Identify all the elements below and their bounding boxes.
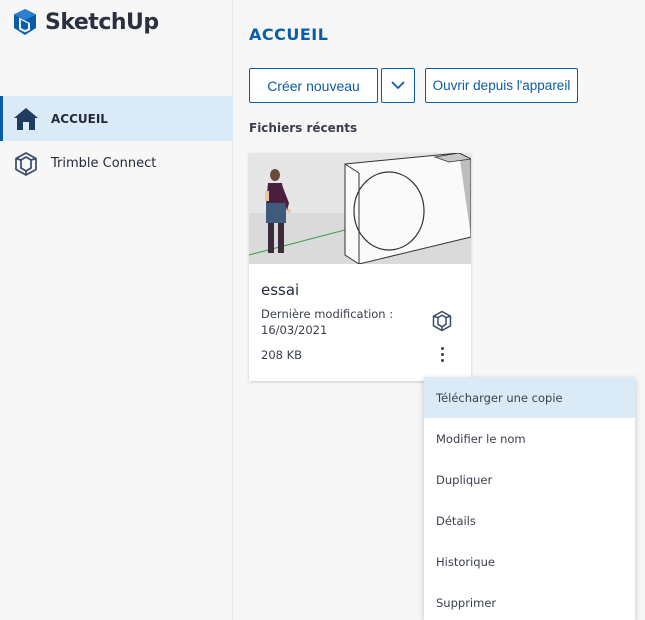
trimble-connect-icon bbox=[13, 151, 39, 177]
recent-files-title: Fichiers récents bbox=[249, 121, 358, 135]
open-from-device-button[interactable]: Ouvrir depuis l'appareil bbox=[425, 68, 578, 103]
file-modified-label: Dernière modification : bbox=[261, 307, 394, 321]
chevron-down-icon bbox=[391, 81, 405, 90]
file-modified: Dernière modification : 16/03/2021 bbox=[261, 306, 401, 338]
menu-item-duplicate[interactable]: Dupliquer bbox=[424, 459, 635, 500]
page-title: ACCUEIL bbox=[249, 25, 329, 44]
sketchup-logo-icon bbox=[14, 9, 36, 35]
file-size: 208 KB bbox=[261, 348, 303, 362]
home-icon bbox=[13, 106, 39, 132]
create-new-button[interactable]: Créer nouveau bbox=[249, 68, 378, 103]
sidebar-item-accueil[interactable]: ACCUEIL bbox=[0, 96, 233, 141]
sidebar-item-label: Trimble Connect bbox=[51, 156, 157, 171]
trimble-connect-icon bbox=[432, 310, 452, 332]
menu-item-delete[interactable]: Supprimer bbox=[424, 582, 635, 620]
menu-item-download-copy[interactable]: Télécharger une copie bbox=[424, 377, 635, 418]
file-context-menu: Télécharger une copie Modifier le nom Du… bbox=[424, 377, 635, 620]
file-name[interactable]: essai bbox=[261, 281, 299, 299]
sketchup-logo[interactable]: SketchUp bbox=[12, 8, 159, 36]
create-dropdown-button[interactable] bbox=[381, 68, 415, 103]
sidebar: SketchUp ACCUEIL Trimble Connect bbox=[0, 0, 233, 620]
menu-item-details[interactable]: Détails bbox=[424, 500, 635, 541]
file-card[interactable]: essai Dernière modification : 16/03/2021… bbox=[249, 153, 471, 381]
more-vertical-icon[interactable] bbox=[433, 343, 451, 365]
file-thumbnail[interactable] bbox=[249, 153, 471, 264]
sidebar-item-label: ACCUEIL bbox=[51, 111, 108, 126]
sidebar-item-trimble-connect[interactable]: Trimble Connect bbox=[0, 141, 233, 186]
brand-name: SketchUp bbox=[45, 9, 159, 35]
file-modified-date: 16/03/2021 bbox=[261, 323, 328, 337]
menu-item-rename[interactable]: Modifier le nom bbox=[424, 418, 635, 459]
menu-item-history[interactable]: Historique bbox=[424, 541, 635, 582]
